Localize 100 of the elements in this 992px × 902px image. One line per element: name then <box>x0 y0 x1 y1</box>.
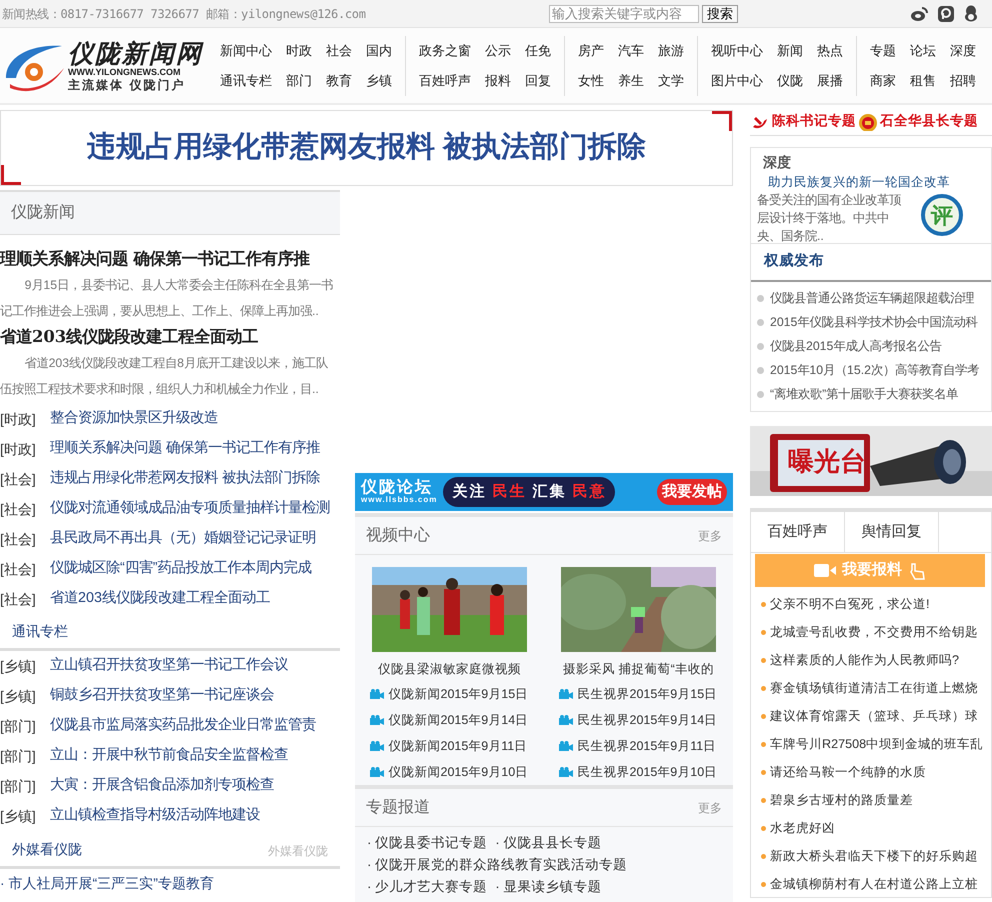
nav-link[interactable]: 教育 <box>326 70 352 90</box>
video-link[interactable]: 仪陇新闻2015年9月14日 <box>388 710 528 730</box>
video-link[interactable]: 民生视界2015年9月11日 <box>578 736 716 756</box>
complaint-link[interactable]: 新政大桥头君临天下楼下的好乐购超 <box>770 846 978 866</box>
camera-icon <box>370 767 384 777</box>
nav-link[interactable]: 通讯专栏 <box>220 70 272 90</box>
bullet-icon <box>761 826 766 830</box>
complaint-link[interactable]: 父亲不明不白冤死，求公道! <box>770 594 930 614</box>
headline-banner[interactable]: 违规占用绿化带惹网友报料 被执法部门拆除 <box>0 110 733 186</box>
feature-headline[interactable]: 省道203线仪陇段改建工程全面动工 <box>0 324 340 350</box>
nav-link[interactable]: 报料 <box>485 70 511 90</box>
nav-link[interactable]: 新闻中心 <box>220 40 272 60</box>
nav-link[interactable]: 热点 <box>817 40 843 60</box>
complaint-link[interactable]: 赛金镇场镇街道清洁工在街道上燃烧 <box>770 678 978 698</box>
camera-icon <box>558 689 572 699</box>
site-slogan: 主流媒体 仪陇门户 <box>68 78 186 90</box>
nav-link[interactable]: 专题 <box>870 40 896 60</box>
topic-link[interactable]: · 少儿才艺大赛专题 <box>367 876 488 898</box>
nav-link[interactable]: 时政 <box>286 40 312 60</box>
video-caption[interactable]: 仪陇县梁淑敏家庭微视频 <box>378 657 521 681</box>
news-link[interactable]: 县民政局不再出具（无）婚姻登记记录证明 <box>50 528 316 550</box>
nav-link[interactable]: 社会 <box>326 40 352 60</box>
video-link[interactable]: 仪陇新闻2015年9月10日 <box>388 762 528 782</box>
category-tag: [时政] <box>0 408 50 430</box>
nav-link[interactable]: 任免 <box>525 40 551 60</box>
slogan-word: 汇集 <box>532 482 566 502</box>
nav-link[interactable]: 图片中心 <box>711 70 763 90</box>
tab[interactable]: 百姓呼声 <box>751 512 845 552</box>
complaint-link[interactable]: 水老虎好凶 <box>770 818 835 838</box>
nav-link[interactable]: 部门 <box>286 70 312 90</box>
nav-link[interactable]: 仪陇 <box>777 70 803 90</box>
nav-link[interactable]: 文学 <box>658 70 684 90</box>
nav-link[interactable]: 旅游 <box>658 40 684 60</box>
swirl-icon <box>910 6 928 22</box>
news-link[interactable]: 仪陇对流通领域成品油专项质量抽样计量检测 <box>50 498 330 520</box>
topic-link[interactable]: · 显果读乡镇专题 <box>495 876 602 898</box>
video-link[interactable]: 仪陇新闻2015年9月15日 <box>388 684 528 704</box>
nav-link[interactable]: 展播 <box>817 70 843 90</box>
topic-link[interactable]: · 仪陇县县长专题 <box>495 832 602 854</box>
news-link[interactable]: 理顺关系解决问题 确保第一书记工作有序推 <box>50 438 320 460</box>
complaint-link[interactable]: 建议体育馆露天（篮球、乒乓球）球 <box>770 706 978 726</box>
category-tag: [时政] <box>0 438 50 460</box>
news-link[interactable]: 违规占用绿化带惹网友报料 被执法部门拆除 <box>50 468 320 490</box>
special-link[interactable]: 陈科书记专题 <box>772 111 856 132</box>
category-tag: [社会] <box>0 528 50 550</box>
video-link[interactable]: 民生视界2015年9月15日 <box>578 684 718 704</box>
nav-link[interactable]: 租售 <box>910 70 936 90</box>
news-link[interactable]: 立山镇检查指导村级活动阵地建设 <box>50 805 260 827</box>
rounded-square-icon <box>938 6 954 22</box>
topic-link[interactable]: · 仪陇县委书记专题 <box>367 832 488 854</box>
news-link[interactable]: “离堆欢歌”第十届歌手大赛获奖名单 <box>770 384 958 404</box>
complaint-link[interactable]: 车牌号川R27508中坝到金城的班车乱 <box>770 734 984 754</box>
news-link[interactable]: 2015年10月（15.2次）高等教育自学考 <box>770 360 979 380</box>
nav-link[interactable]: 公示 <box>485 40 511 60</box>
video-link[interactable]: 民生视界2015年9月10日 <box>578 762 718 782</box>
news-link[interactable]: 立山镇召开扶贫攻坚第一书记工作会议 <box>50 655 288 677</box>
news-link[interactable]: 仪陇城区除“四害”药品投放工作本周内完成 <box>50 558 312 580</box>
nav-link[interactable]: 女性 <box>578 70 604 90</box>
complaint-link[interactable]: 请还给马鞍一个纯静的水质 <box>770 762 926 782</box>
complaint-link[interactable]: 龙城壹号乱收费，不交费用不给钥匙 <box>770 622 978 642</box>
news-link[interactable]: · 市人社局开展“三严三实”专题教育 <box>0 872 214 894</box>
news-link[interactable]: 立山：开展中秋节前食品安全监督检查 <box>50 745 288 767</box>
special-link[interactable]: 石全华县长专题 <box>880 111 978 132</box>
nav-link[interactable]: 视听中心 <box>711 40 763 60</box>
complaint-link[interactable]: 金城镇柳荫村有人在村道公路上立桩 <box>770 874 978 894</box>
nav-link[interactable]: 招聘 <box>950 70 976 90</box>
complaint-link[interactable]: 这样素质的人能作为人民教师吗? <box>770 650 960 670</box>
camera-icon <box>370 741 384 751</box>
nav-link[interactable]: 房产 <box>578 40 604 60</box>
nav-link[interactable]: 回复 <box>525 70 551 90</box>
nav-link[interactable]: 百姓呼声 <box>419 70 471 90</box>
search-button[interactable]: 搜索 <box>702 4 738 22</box>
nav-link[interactable]: 乡镇 <box>366 70 392 90</box>
news-link[interactable]: 省道203线仪陇段改建工程全面动工 <box>50 588 270 610</box>
news-link[interactable]: 仪陇县2015年成人高考报名公告 <box>770 336 942 356</box>
news-link[interactable]: 2015年仪陇县科学技术协会中国流动科 <box>770 312 978 332</box>
nav-link[interactable]: 汽车 <box>618 40 644 60</box>
video-link[interactable]: 仪陇新闻2015年9月11日 <box>388 736 528 756</box>
nav-link[interactable]: 商家 <box>870 70 896 90</box>
nav-link[interactable]: 论坛 <box>910 40 936 60</box>
complaint-link[interactable]: 碧泉乡古垭村的路质量差 <box>770 790 913 810</box>
nav-link[interactable]: 政务之窗 <box>419 40 471 60</box>
search-field[interactable]: 输入搜索关键字或内容 <box>549 4 699 22</box>
nav-link[interactable]: 新闻 <box>777 40 803 60</box>
nav-link[interactable]: 深度 <box>950 40 976 60</box>
news-link[interactable]: 铜鼓乡召开扶贫攻坚第一书记座谈会 <box>50 685 274 707</box>
depth-headline[interactable]: 助力民族复兴的新一轮国企改革 <box>757 173 985 191</box>
post-button[interactable]: 我要发帖 <box>657 479 727 505</box>
video-caption[interactable]: 摄影采风 捕捉葡萄“丰收的 <box>563 657 714 681</box>
category-tag: [部门] <box>0 746 50 766</box>
video-link[interactable]: 民生视界2015年9月14日 <box>578 710 718 730</box>
tab[interactable]: 舆情回复 <box>845 512 939 552</box>
nav-link[interactable]: 养生 <box>618 70 644 90</box>
topic-link[interactable]: · 仪陇开展党的群众路线教育实践活动专题 <box>367 854 628 876</box>
camera-icon <box>370 689 384 699</box>
news-link[interactable]: 大寅：开展含铝食品添加剂专项检查 <box>50 775 274 797</box>
news-link[interactable]: 仪陇县市监局落实药品批发企业日常监管责 <box>50 715 316 737</box>
news-link[interactable]: 仪陇县普通公路货运车辆超限超载治理 <box>770 288 974 308</box>
news-link[interactable]: 整合资源加快景区升级改造 <box>50 408 218 430</box>
nav-link[interactable]: 国内 <box>366 40 392 60</box>
